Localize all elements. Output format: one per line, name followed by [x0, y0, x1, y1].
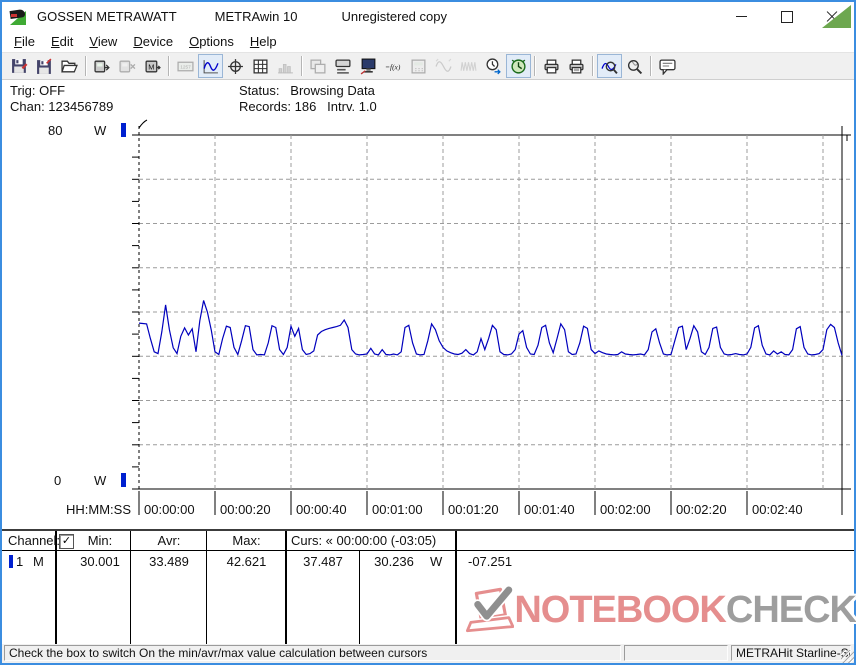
- menu-device[interactable]: Device: [125, 32, 181, 51]
- cell-cursor2-value: 30.236: [374, 554, 414, 569]
- cell-max: 42.621: [226, 554, 267, 569]
- chart-panel[interactable]: 80 W 0 W HH:MM:SS 00:00:00 00:00:20 00:00:…: [2, 116, 854, 529]
- maximize-icon: [780, 10, 793, 23]
- watermark-text-primary: NOTEBOOK: [514, 589, 727, 631]
- status-bar: Check the box to switch On the min/avr/m…: [2, 644, 854, 663]
- zoom-out-icon[interactable]: [622, 54, 647, 78]
- statusbar-hint: Check the box to switch On the min/avr/m…: [4, 645, 621, 661]
- toolbar-separator: [650, 56, 652, 76]
- device-config-icon[interactable]: [331, 54, 356, 78]
- header-cursors: Curs: « 00:00:00 (-03:05): [291, 533, 437, 548]
- title-license: Unregistered copy: [341, 9, 447, 24]
- table-divider: [359, 550, 360, 644]
- x-tick-label: 00:01:40: [524, 502, 575, 517]
- notebookcheck-laptop-icon: [466, 584, 515, 634]
- cell-unit: W: [430, 554, 443, 569]
- header-channel: Channel:: [8, 533, 61, 548]
- toolbar: M 1257 =f(x): [2, 52, 854, 80]
- menu-options[interactable]: Options: [181, 32, 242, 51]
- title-bar: GOSSEN METRAWATT METRAwin 10 Unregistere…: [2, 2, 854, 31]
- print-preview-icon[interactable]: [564, 54, 589, 78]
- title-vendor: GOSSEN METRAWATT: [37, 9, 177, 24]
- x-tick-label: 00:00:40: [296, 502, 347, 517]
- watermark-text-secondary: CHECK: [725, 589, 856, 631]
- x-tick-label: 00:00:20: [220, 502, 271, 517]
- device-memory-icon[interactable]: M: [140, 54, 165, 78]
- table-divider: [206, 531, 207, 644]
- calculator-icon: [406, 54, 431, 78]
- cell-channel-mode: M: [33, 554, 44, 569]
- x-tick-label: 00:02:20: [676, 502, 727, 517]
- maximize-button[interactable]: [764, 2, 809, 31]
- zoom-in-icon[interactable]: [597, 54, 622, 78]
- realtime-clock-icon[interactable]: [506, 54, 531, 78]
- wave-single-icon: [431, 54, 456, 78]
- data-table-icon[interactable]: [248, 54, 273, 78]
- print-icon[interactable]: [539, 54, 564, 78]
- info-panel: Trig: OFF Chan: 123456789 Status: Browsi…: [2, 80, 854, 117]
- title-app-name: METRAwin 10: [214, 9, 298, 24]
- save-channel-icon[interactable]: [32, 54, 57, 78]
- svg-text:=f(x): =f(x): [385, 62, 401, 71]
- trigger-status: Trig: OFF: [10, 83, 66, 98]
- cell-cursor1-value: 37.487: [303, 554, 343, 569]
- formula-icon[interactable]: =f(x): [381, 54, 406, 78]
- channel-list: Chan: 123456789: [10, 99, 114, 114]
- save-file-icon[interactable]: [7, 54, 32, 78]
- toolbar-separator: [85, 56, 87, 76]
- toolbar-separator: [168, 56, 170, 76]
- wave-dense-icon: [456, 54, 481, 78]
- multimeter-display-icon: 1257: [173, 54, 198, 78]
- minimize-icon: [736, 16, 747, 17]
- window-export-icon: [306, 54, 331, 78]
- toolbar-separator: [301, 56, 303, 76]
- channel-color-marker: [9, 555, 13, 568]
- statusbar-empty-pane: [624, 645, 728, 661]
- pc-transfer-icon[interactable]: [356, 54, 381, 78]
- table-divider: [130, 531, 131, 644]
- svg-text:M: M: [148, 62, 154, 71]
- cursor-crosshair-icon[interactable]: [223, 54, 248, 78]
- x-tick-label: 00:02:00: [600, 502, 651, 517]
- app-logo-icon: [9, 8, 28, 25]
- x-tick-label: 00:00:00: [144, 502, 195, 517]
- svg-text:1257: 1257: [180, 64, 191, 70]
- annotation-icon[interactable]: [655, 54, 680, 78]
- cell-channel-number: 1: [16, 554, 24, 569]
- open-folder-icon[interactable]: [57, 54, 82, 78]
- notebookcheck-watermark: NOTEBOOKCHECK: [466, 579, 856, 641]
- x-tick-label: 00:02:40: [752, 502, 803, 517]
- time-setup-icon[interactable]: [481, 54, 506, 78]
- records-text: Records: 186 Intrv. 1.0: [239, 99, 377, 114]
- device-read-icon[interactable]: [90, 54, 115, 78]
- corner-triangle-decoration: [822, 5, 851, 28]
- table-divider: [285, 531, 287, 644]
- device-clear-icon: [115, 54, 140, 78]
- header-min: Min:: [87, 533, 113, 548]
- header-avr: Avr:: [157, 533, 181, 548]
- statusbar-device: METRAHit Starline-Seri: [731, 645, 851, 661]
- x-tick-label: 00:01:20: [448, 502, 499, 517]
- table-header-border: [2, 550, 854, 551]
- menu-edit[interactable]: Edit: [43, 32, 81, 51]
- metrawin-window: GOSSEN METRAWATT METRAwin 10 Unregistere…: [0, 0, 856, 665]
- menu-file[interactable]: File: [6, 32, 43, 51]
- cell-delta: -07.251: [468, 554, 513, 569]
- toolbar-separator: [592, 56, 594, 76]
- header-max: Max:: [232, 533, 261, 548]
- cell-min: 30.001: [80, 554, 120, 569]
- chart-view-icon[interactable]: [198, 54, 223, 78]
- statistics-icon: [273, 54, 298, 78]
- x-tick-label: 00:01:00: [372, 502, 423, 517]
- power-trend-chart[interactable]: [2, 116, 854, 529]
- menu-view[interactable]: View: [81, 32, 125, 51]
- menu-help[interactable]: Help: [242, 32, 285, 51]
- minimize-button[interactable]: [719, 2, 764, 31]
- table-divider: [455, 531, 457, 644]
- cell-avr: 33.489: [149, 554, 189, 569]
- toolbar-separator: [534, 56, 536, 76]
- status-text: Status: Browsing Data: [239, 83, 375, 98]
- resize-grip[interactable]: [841, 650, 854, 663]
- menu-bar: File Edit View Device Options Help: [2, 31, 854, 52]
